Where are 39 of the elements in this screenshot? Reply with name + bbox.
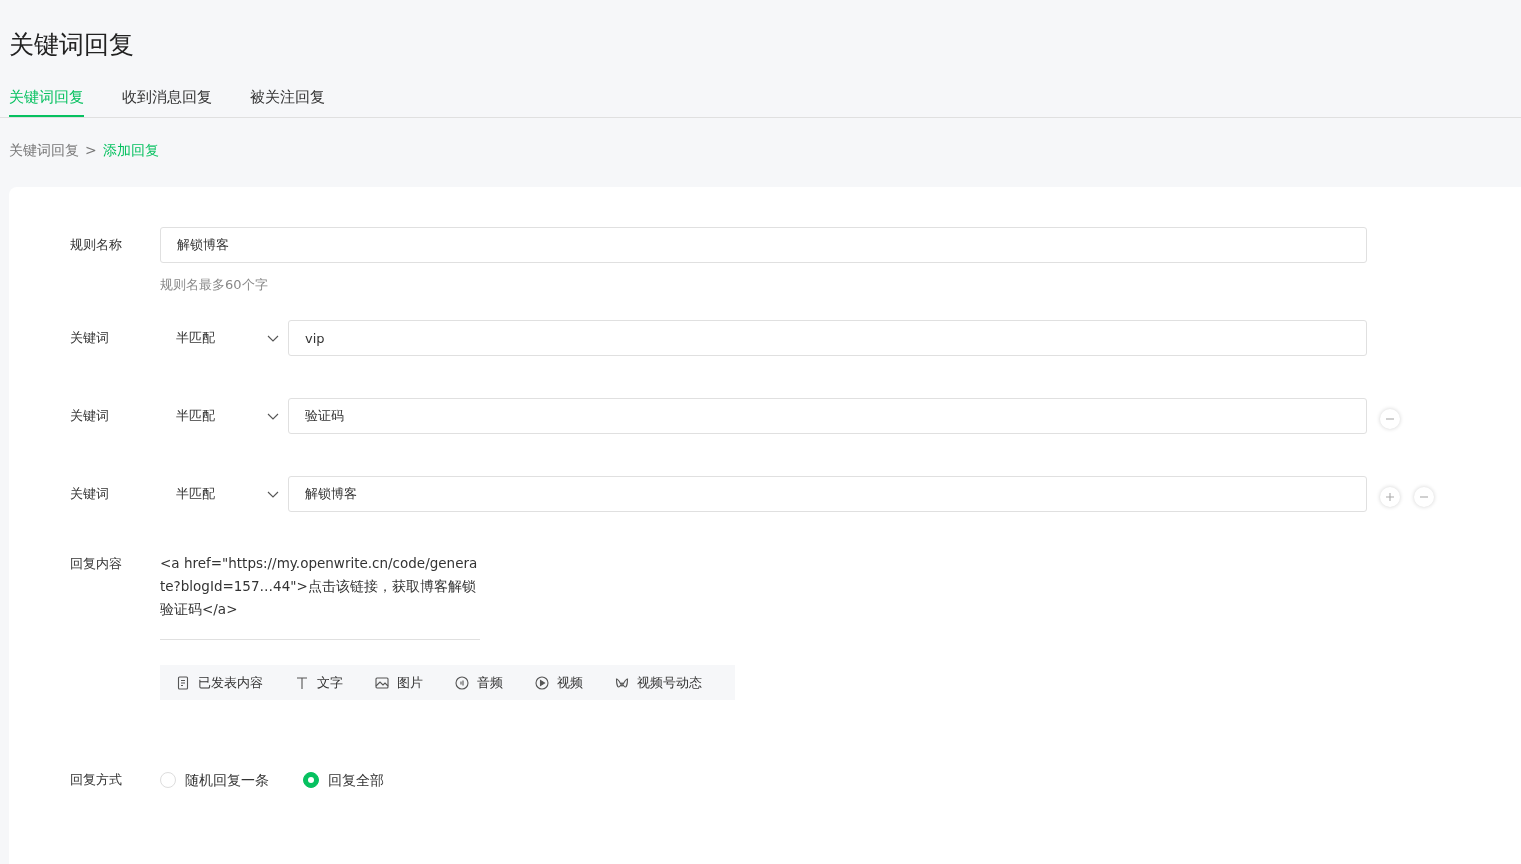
toolbar-button[interactable]: 图片 xyxy=(375,672,431,693)
toolbar-button[interactable]: 音频 xyxy=(455,672,511,693)
breadcrumb-item[interactable]: 关键词回复 xyxy=(9,139,79,161)
field-label: 关键词 xyxy=(70,485,110,504)
toolbar-button[interactable]: 已发表内容 xyxy=(176,672,271,693)
image-icon xyxy=(375,675,389,690)
breadcrumb-separator: > xyxy=(85,140,97,160)
toolbar-button[interactable]: 视频 xyxy=(535,672,591,693)
input-field[interactable]: vip xyxy=(288,320,1367,356)
match-select[interactable]: 半匹配 xyxy=(160,406,288,426)
field-label: 关键词 xyxy=(70,329,110,348)
audio-icon xyxy=(455,675,469,690)
toolbar-button[interactable]: 文字 xyxy=(295,672,351,693)
field-label: 回复内容 xyxy=(70,555,123,573)
field-label: 关键词 xyxy=(70,407,110,426)
radio-option[interactable]: 回复全部 xyxy=(303,770,384,791)
plus-icon xyxy=(1383,490,1397,504)
radio-option[interactable]: 随机回复一条 xyxy=(160,770,269,791)
add-button[interactable] xyxy=(1380,487,1400,507)
input-field[interactable]: 解锁博客 xyxy=(160,226,1367,263)
play-icon xyxy=(535,675,549,690)
reply-content-text[interactable]: <a href="https://my.openwrite.cn/code/generate?blogId=157…44">点击该链接，获取博客解锁验证码</a> xyxy=(160,552,480,621)
field-label: 回复方式 xyxy=(70,771,123,790)
text-icon xyxy=(295,675,309,690)
input-field[interactable]: 验证码 xyxy=(288,398,1367,434)
match-select[interactable]: 半匹配 xyxy=(160,328,288,348)
input-field[interactable]: 解锁博客 xyxy=(288,476,1367,512)
radio-button[interactable] xyxy=(303,772,319,789)
field-label: 规则名称 xyxy=(70,235,123,254)
field-hint: 规则名最多60个字 xyxy=(160,275,269,294)
document-icon xyxy=(176,675,190,690)
page-title: 关键词回复 xyxy=(8,29,135,60)
butterfly-icon xyxy=(615,675,629,690)
tab[interactable]: 被关注回复 xyxy=(250,86,325,117)
remove-button[interactable] xyxy=(1414,487,1434,507)
toolbar-button[interactable]: 视频号动态 xyxy=(615,672,710,693)
tab[interactable]: 收到消息回复 xyxy=(122,86,212,117)
remove-button[interactable] xyxy=(1380,409,1400,429)
match-select[interactable]: 半匹配 xyxy=(160,484,288,504)
